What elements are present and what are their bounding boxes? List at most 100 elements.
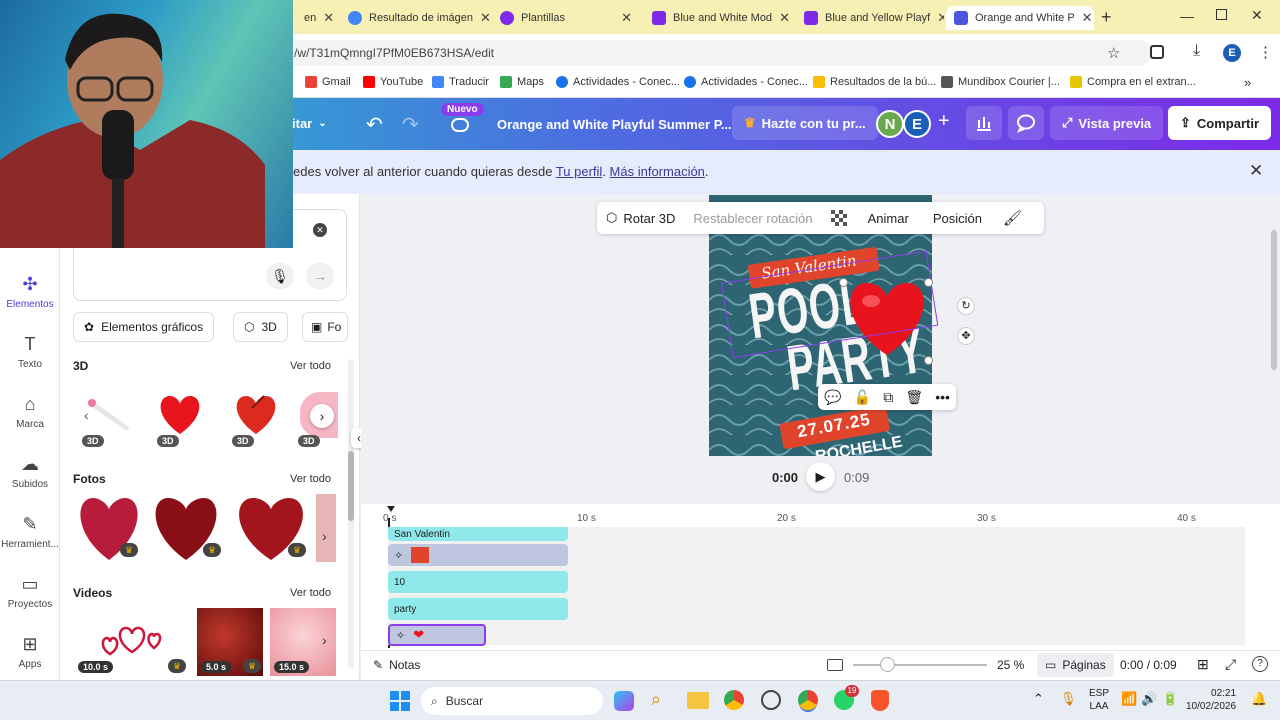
undo-icon[interactable]: ↶ bbox=[366, 112, 383, 137]
redo-icon[interactable]: ↷ bbox=[402, 112, 419, 137]
chrome-profile-icon[interactable] bbox=[798, 690, 818, 710]
grid-view-icon[interactable]: ⊞ bbox=[1197, 656, 1209, 673]
language-indicator[interactable]: ESP LAA bbox=[1089, 687, 1109, 713]
rotate-handle-icon[interactable]: ↻ bbox=[957, 297, 975, 315]
resize-handle[interactable] bbox=[924, 356, 933, 365]
bookmark-star-icon[interactable]: ☆ bbox=[1107, 44, 1120, 62]
animate-button[interactable]: Animar bbox=[856, 211, 921, 226]
tab-close-icon[interactable]: ✕ bbox=[323, 10, 334, 26]
sidebar-item-brand[interactable]: ⌂ Marca bbox=[0, 394, 60, 430]
track-10[interactable]: 10 bbox=[388, 571, 568, 593]
browser-tab[interactable]: en ✕ bbox=[296, 6, 334, 30]
bookmark-maps[interactable]: Maps bbox=[500, 76, 544, 88]
position-button[interactable]: Posición bbox=[921, 211, 994, 226]
chevron-right-icon[interactable]: › bbox=[322, 528, 327, 544]
browser-tab[interactable]: Blue and Yellow Playf ✕ bbox=[796, 6, 944, 30]
chevron-right-icon[interactable]: › bbox=[322, 632, 327, 648]
help-icon[interactable]: ? bbox=[1252, 656, 1268, 672]
sidebar-item-projects[interactable]: ▭ Proyectos bbox=[0, 574, 60, 610]
sidebar-item-uploads[interactable]: ☁ Subidos bbox=[0, 454, 60, 490]
bookmark-actividades-1[interactable]: Actividades - Conec... bbox=[556, 76, 680, 88]
trash-icon[interactable]: 🗑 bbox=[905, 389, 923, 406]
extensions-icon[interactable] bbox=[1150, 45, 1164, 59]
brave-icon[interactable] bbox=[871, 690, 889, 711]
download-icon[interactable]: ⤓ bbox=[1193, 42, 1200, 60]
user-avatar[interactable]: E bbox=[903, 110, 931, 138]
chevron-left-icon[interactable]: ‹ bbox=[84, 407, 89, 423]
see-all-photos[interactable]: Ver todo bbox=[290, 473, 331, 485]
chip-3d[interactable]: ⬡ 3D bbox=[233, 312, 288, 342]
resize-handle[interactable] bbox=[924, 278, 933, 287]
duplicate-icon[interactable]: ⧉ bbox=[883, 389, 893, 406]
transparency-icon[interactable] bbox=[822, 210, 856, 226]
mic-icon[interactable]: 🎙 bbox=[266, 262, 294, 290]
resize-handle[interactable] bbox=[839, 278, 848, 287]
bookmark-gmail[interactable]: Gmail bbox=[305, 76, 351, 88]
track-element[interactable]: ✧ bbox=[388, 544, 568, 566]
search-magnifier-icon[interactable]: ⌕ bbox=[651, 689, 661, 710]
chrome-icon[interactable] bbox=[724, 690, 744, 710]
canvas-scrollbar[interactable] bbox=[1271, 230, 1277, 370]
file-explorer-icon[interactable] bbox=[687, 692, 709, 709]
track-san-valentin[interactable]: San Valentin bbox=[388, 527, 568, 541]
windows-start-icon[interactable] bbox=[390, 691, 410, 711]
reset-rotation-button[interactable]: Restablecer rotación bbox=[684, 211, 821, 226]
chip-photos[interactable]: ▣ Fo bbox=[302, 312, 348, 342]
cloud-save-icon[interactable] bbox=[451, 118, 469, 132]
url-field[interactable]: /w/T31mQmngI7PfM0EB673HSA/edit bbox=[232, 40, 1152, 66]
bookmark-actividades-2[interactable]: Actividades - Conec... bbox=[684, 76, 808, 88]
browser-tab[interactable]: Blue and White Mod ✕ bbox=[644, 6, 794, 30]
sidebar-item-tools[interactable]: ✎ Herramient... bbox=[0, 514, 60, 550]
sidebar-item-apps[interactable]: ⊞ Apps bbox=[0, 634, 60, 670]
paint-roller-icon[interactable]: 🖌 bbox=[994, 209, 1031, 227]
more-info-link[interactable]: Más información bbox=[610, 164, 705, 179]
track-party[interactable]: party bbox=[388, 598, 568, 620]
play-button[interactable]: ▶ bbox=[806, 462, 835, 491]
scrollbar-thumb[interactable] bbox=[348, 451, 354, 521]
comment-add-icon[interactable]: 💬 bbox=[824, 389, 841, 406]
profile-link[interactable]: Tu perfil bbox=[556, 164, 602, 179]
playhead-icon[interactable] bbox=[387, 506, 395, 512]
chevron-right-icon[interactable]: › bbox=[310, 404, 334, 428]
clear-search-icon[interactable]: ✕ bbox=[313, 223, 327, 237]
lock-icon[interactable]: 🔓 bbox=[854, 389, 871, 406]
notifications-bell-icon[interactable]: 🔔 bbox=[1251, 691, 1267, 707]
browser-tab[interactable]: Plantillas ✕ bbox=[492, 6, 640, 30]
new-tab-icon[interactable]: + bbox=[1101, 7, 1112, 28]
bookmark-translate[interactable]: Traducir bbox=[432, 76, 489, 88]
copilot-icon[interactable] bbox=[614, 691, 634, 711]
close-banner-icon[interactable]: ✕ bbox=[1249, 161, 1263, 181]
notes-button[interactable]: ✎ Notas bbox=[373, 658, 420, 672]
maximize-icon[interactable] bbox=[1216, 9, 1227, 20]
arrow-right-icon[interactable]: → bbox=[306, 262, 334, 290]
see-all-videos[interactable]: Ver todo bbox=[290, 587, 331, 599]
more-bookmarks-icon[interactable]: » bbox=[1244, 75, 1251, 90]
bookmark-youtube[interactable]: YouTube bbox=[363, 76, 423, 88]
window-close-icon[interactable]: ✕ bbox=[1251, 7, 1263, 24]
sidebar-item-elements[interactable]: ✣ Elementos bbox=[0, 274, 60, 310]
share-button[interactable]: ⇪ Compartir bbox=[1168, 106, 1272, 140]
collaborator-avatar[interactable]: N bbox=[876, 110, 904, 138]
tray-chevron-icon[interactable]: ⌃ bbox=[1033, 691, 1044, 707]
fullscreen-icon[interactable]: ⤢ bbox=[1225, 656, 1236, 673]
bookmark-mundibox[interactable]: Mundibox Courier |... bbox=[941, 76, 1060, 88]
tab-close-icon[interactable]: ✕ bbox=[480, 10, 490, 26]
wifi-icon[interactable]: 📶 bbox=[1121, 691, 1137, 707]
taskbar-search[interactable]: ⌕ Buscar bbox=[421, 687, 603, 715]
chip-graphics[interactable]: ✿ Elementos gráficos bbox=[73, 312, 215, 342]
zoom-slider[interactable] bbox=[853, 664, 987, 666]
bookmark-compra[interactable]: Compra en el extran... bbox=[1070, 76, 1196, 88]
volume-icon[interactable]: 🔊 bbox=[1141, 691, 1157, 707]
zoom-level[interactable]: 25 % bbox=[997, 658, 1024, 672]
clock[interactable]: 02:21 10/02/2026 bbox=[1186, 687, 1236, 713]
mic-tray-icon[interactable]: 🎙 bbox=[1060, 691, 1077, 707]
tab-close-icon[interactable]: ✕ bbox=[937, 10, 944, 26]
track-heart-selected[interactable]: ✧ ❤ bbox=[388, 624, 486, 646]
add-collaborator-icon[interactable]: + bbox=[938, 110, 950, 133]
rotate-3d-button[interactable]: ⬡ Rotar 3D bbox=[597, 210, 684, 226]
bookmark-results[interactable]: Resultados de la bú... bbox=[813, 76, 936, 88]
page-view-icon[interactable] bbox=[827, 659, 843, 671]
tab-close-icon[interactable]: ✕ bbox=[779, 10, 790, 26]
document-title[interactable]: Orange and White Playful Summer P... bbox=[497, 117, 732, 132]
battery-icon[interactable]: 🔋 bbox=[1162, 691, 1178, 707]
